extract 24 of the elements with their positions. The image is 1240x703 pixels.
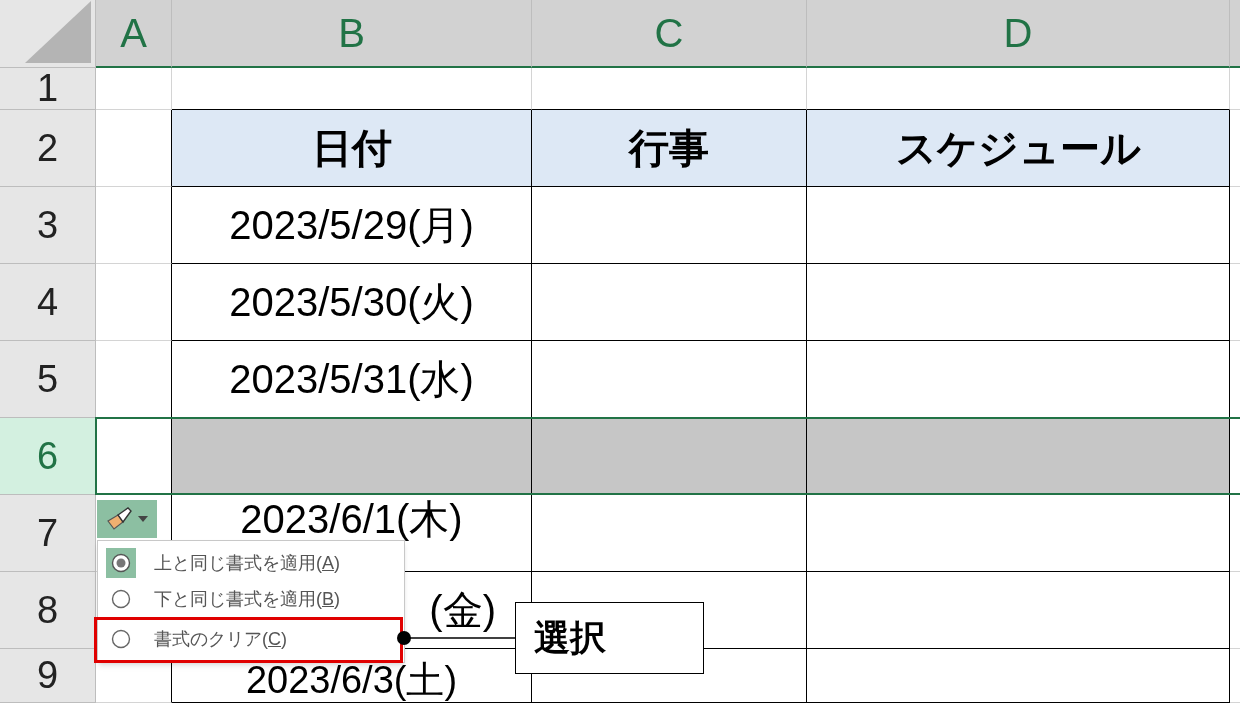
table-cell: 2023/5/29(月) (172, 187, 532, 264)
radio-button[interactable] (106, 548, 136, 578)
paintbrush-icon (106, 507, 134, 531)
caret-icon (138, 516, 148, 522)
row-header[interactable]: 1 (0, 68, 96, 110)
column-header-edge (1230, 0, 1240, 68)
column-header[interactable]: C (532, 0, 807, 68)
row-header[interactable]: 3 (0, 187, 96, 264)
row-header[interactable]: 8 (0, 572, 96, 649)
column-header[interactable]: D (807, 0, 1230, 68)
table-header-cell: 行事 (532, 110, 807, 187)
row-header[interactable]: 6 (0, 418, 96, 495)
column-header[interactable]: B (172, 0, 532, 68)
row-header[interactable]: 9 (0, 649, 96, 703)
callout-label: 選択 (515, 602, 704, 674)
table-header-cell: 日付 (172, 110, 532, 187)
row-header[interactable]: 4 (0, 264, 96, 341)
table-header-cell: スケジュール (807, 110, 1230, 187)
insert-options-button[interactable] (97, 500, 157, 538)
row-header[interactable]: 7 (0, 495, 96, 572)
table-cell: 2023/5/30(火) (172, 264, 532, 341)
row-header[interactable]: 2 (0, 110, 96, 187)
row-header[interactable]: 5 (0, 341, 96, 418)
column-header[interactable]: A (96, 0, 172, 68)
